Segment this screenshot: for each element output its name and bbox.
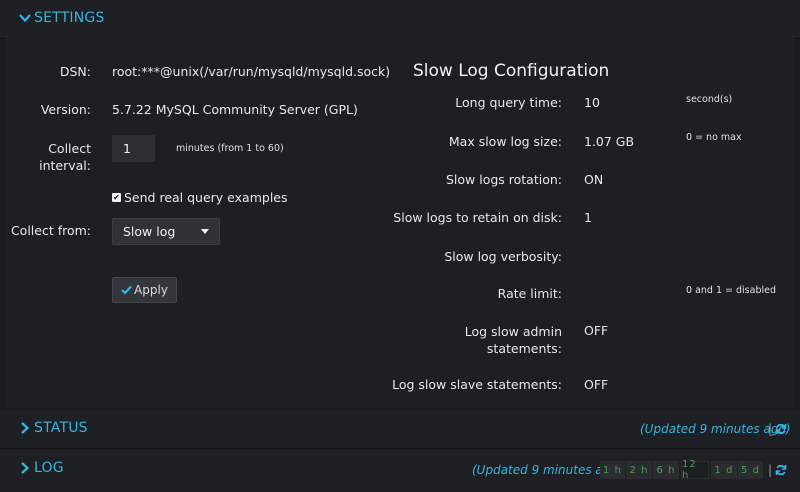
collect-from-select[interactable]: Slow log [112,218,220,245]
slow-logs-rotation-label: Slow logs rotation: [445,172,562,187]
refresh-icon[interactable] [775,464,787,476]
status-separator: | [768,422,773,436]
max-slow-log-size-label: Max slow log size: [448,134,562,149]
check-icon [121,285,132,295]
long-query-time-value: 10 [584,95,600,110]
caret-down-icon [201,228,209,234]
log-toggle[interactable]: LOG [18,460,64,476]
log-separator: | [768,463,773,477]
slow-log-verbosity-label: Slow log verbosity: [444,249,562,264]
refresh-icon[interactable] [775,423,787,435]
range-1d[interactable]: 1 d [711,461,737,479]
settings-title: SETTINGS [34,10,105,26]
range-1h[interactable]: 1 h [600,461,625,479]
send-examples-label[interactable]: Send real query examples [124,190,288,205]
range-6h[interactable]: 6 h [653,461,679,479]
status-toggle[interactable]: STATUS [18,420,88,436]
settings-toggle[interactable]: SETTINGS [18,10,105,26]
dsn-label: DSN: [59,64,91,79]
collect-interval-label: Collect interval: [20,140,91,174]
version-value: 5.7.22 MySQL Community Server (GPL) [112,102,358,117]
long-query-time-label: Long query time: [455,95,562,110]
dsn-value: root:***@unix(/var/run/mysqld/mysqld.soc… [112,64,391,79]
long-query-time-hint: second(s) [686,94,733,105]
collect-interval-label-line2: interval: [39,158,91,173]
slow-log-heading: Slow Log Configuration [413,61,610,81]
max-slow-log-size-hint: 0 = no max [686,132,742,143]
collect-interval-hint: minutes (from 1 to 60) [176,143,284,154]
log-section-header[interactable]: LOG (Updated 9 minutes ago) | [0,450,800,492]
rate-limit-hint: 0 and 1 = disabled [686,285,776,296]
log-slow-slave-value: OFF [584,377,609,392]
log-slow-admin-label-line2: statements: [486,341,562,356]
version-label: Version: [40,102,91,117]
status-section-header[interactable]: STATUS (Updated 9 minutes ago) | [0,410,800,449]
range-5d[interactable]: 5 d [738,461,763,479]
chevron-right-icon [21,462,30,474]
log-slow-admin-label-line1: Log slow admin [464,324,562,339]
collect-from-label: Collect from: [10,223,91,238]
range-2h[interactable]: 2 h [626,461,652,479]
apply-label: Apply [134,283,168,297]
apply-button[interactable]: Apply [112,277,177,303]
settings-section-header[interactable]: SETTINGS [0,0,800,39]
log-slow-slave-label: Log slow slave statements: [392,377,562,392]
collect-from-value: Slow log [123,224,176,239]
collect-interval-label-line1: Collect [48,141,91,156]
log-title: LOG [34,460,64,476]
chevron-right-icon [21,422,30,434]
collect-interval-input[interactable]: 1 [112,135,155,162]
collect-interval-value: 1 [123,141,131,156]
send-examples-checkbox[interactable]: ✔ [112,193,121,202]
rate-limit-label: Rate limit: [497,286,562,301]
log-slow-admin-value: OFF [584,323,609,338]
status-title: STATUS [34,420,88,436]
log-slow-admin-label: Log slow admin statements: [390,323,562,357]
slow-logs-retain-label: Slow logs to retain on disk: [393,210,562,225]
chevron-down-icon [19,14,31,23]
slow-logs-retain-value: 1 [584,210,592,225]
range-12h[interactable]: 12 h [681,459,709,481]
slow-logs-rotation-value: ON [584,172,604,187]
max-slow-log-size-value: 1.07 GB [584,134,635,149]
